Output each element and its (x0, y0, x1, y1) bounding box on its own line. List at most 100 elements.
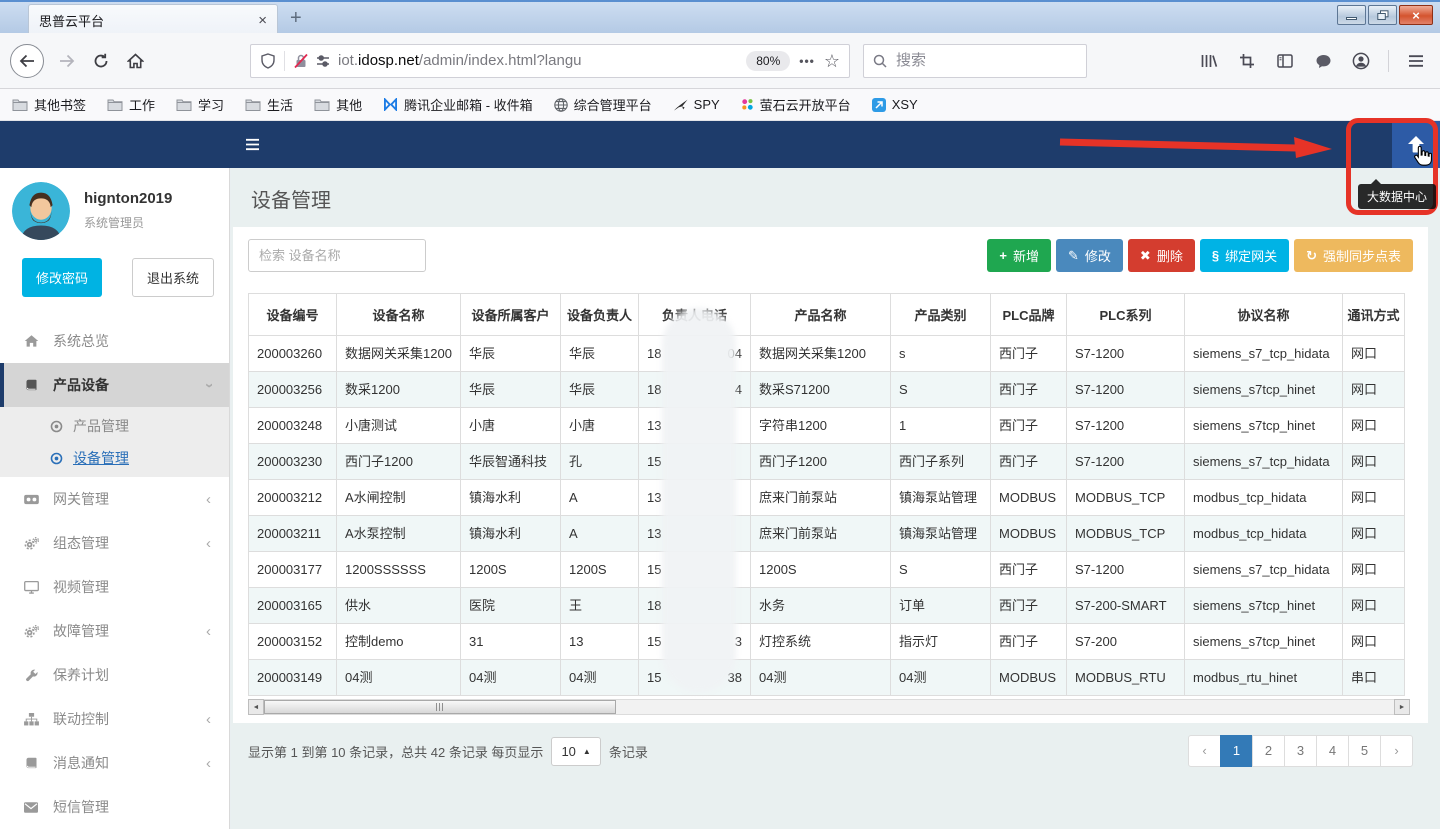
sidebar-item[interactable]: 联动控制‹ (0, 697, 229, 741)
scrollbar-thumb[interactable] (264, 700, 616, 714)
sidebar-subitem[interactable]: 产品管理 (0, 410, 229, 442)
tab-close-icon[interactable]: × (258, 13, 267, 28)
page-button[interactable]: 5 (1348, 735, 1381, 767)
column-header[interactable]: 设备所属客户 (461, 294, 561, 336)
minimize-button[interactable] (1337, 5, 1366, 25)
table-cell: 庶来门前泵站 (751, 480, 891, 516)
bookmark-item[interactable]: 其他 (314, 95, 362, 114)
column-header[interactable]: PLC品牌 (991, 294, 1067, 336)
column-header[interactable]: PLC系列 (1067, 294, 1185, 336)
sidebar-toggle-button[interactable] (1271, 47, 1299, 75)
refresh-icon: ↻ (1306, 248, 1317, 264)
column-header[interactable]: 产品类别 (891, 294, 991, 336)
sidebar-item[interactable]: 视频管理 (0, 565, 229, 609)
page-button[interactable]: 3 (1284, 735, 1317, 767)
force-sync-button[interactable]: ↻强制同步点表 (1294, 239, 1413, 272)
bookmark-item[interactable]: 萤石云开放平台 (741, 95, 851, 114)
scroll-left-button[interactable]: ◄ (248, 699, 264, 715)
account-button[interactable] (1347, 47, 1375, 75)
sidebar-subitem[interactable]: 设备管理 (0, 442, 229, 474)
table-cell: A水泵控制 (337, 516, 461, 552)
chevron-left-icon: ‹ (206, 711, 211, 728)
table-row[interactable]: 200003212A水闸控制镇海水利A13庶来门前泵站镇海泵站管理MODBUSM… (249, 480, 1405, 516)
shield-icon[interactable] (260, 53, 276, 69)
page-button[interactable]: 1 (1220, 735, 1253, 767)
page-size-dropdown[interactable]: 10 ▲ (551, 737, 600, 766)
bookmark-item[interactable]: 生活 (245, 95, 293, 114)
sidebar-item[interactable]: 故障管理‹ (0, 609, 229, 653)
column-header[interactable]: 设备名称 (337, 294, 461, 336)
table-row[interactable]: 200003165供水医院王18水务订单西门子S7-200-SMARTsieme… (249, 588, 1405, 624)
page-button[interactable]: 4 (1316, 735, 1349, 767)
bookmark-item[interactable]: 工作 (107, 95, 155, 114)
prev-page-button[interactable]: ‹ (1188, 735, 1221, 767)
avatar[interactable] (12, 182, 70, 240)
sidebar-item[interactable]: 保养计划 (0, 653, 229, 697)
bookmark-item[interactable]: SPY (673, 97, 720, 112)
horizontal-scrollbar[interactable]: ◄ ► (248, 699, 1410, 715)
url-text[interactable]: iot.idosp.net/admin/index.html?langu (338, 52, 746, 69)
next-page-button[interactable]: › (1380, 735, 1413, 767)
column-header[interactable]: 协议名称 (1185, 294, 1343, 336)
sidebar-collapse-button[interactable] (245, 138, 260, 156)
table-row[interactable]: 20000314904测04测04测153804测04测MODBUSMODBUS… (249, 660, 1405, 696)
sidebar-item[interactable]: 组态管理‹ (0, 521, 229, 565)
reload-button[interactable] (86, 46, 116, 76)
sidebar-item[interactable]: 网关管理‹ (0, 477, 229, 521)
bookmark-label: 腾讯企业邮箱 - 收件箱 (404, 95, 533, 114)
edit-button[interactable]: ✎修改 (1056, 239, 1123, 272)
bookmark-item[interactable]: 学习 (176, 95, 224, 114)
new-tab-button[interactable]: + (290, 7, 302, 30)
table-row[interactable]: 2000031771200SSSSSS1200S1200S151200SS西门子… (249, 552, 1405, 588)
column-header[interactable]: 产品名称 (751, 294, 891, 336)
logout-button[interactable]: 退出系统 (132, 258, 214, 297)
table-row[interactable]: 200003260数据网关采集1200华辰华辰1804数据网关采集1200s西门… (249, 336, 1405, 372)
sidebar-item[interactable]: 系统总览 (0, 319, 229, 363)
delete-button[interactable]: ✖删除 (1128, 239, 1195, 272)
url-bar[interactable]: iot.idosp.net/admin/index.html?langu 80%… (250, 44, 850, 78)
permissions-icon[interactable] (315, 53, 331, 69)
add-button[interactable]: +新增 (987, 239, 1051, 272)
sidebar-item[interactable]: 消息通知‹ (0, 741, 229, 785)
table-row[interactable]: 200003230西门子1200华辰智通科技孔15西门子1200西门子系列西门子… (249, 444, 1405, 480)
table-cell: MODBUS (991, 516, 1067, 552)
forward-button[interactable] (52, 46, 82, 76)
bookmark-item[interactable]: 其他书签 (12, 95, 86, 114)
table-row[interactable]: 200003256数采1200华辰华辰184数采S71200S西门子S7-120… (249, 372, 1405, 408)
column-header[interactable]: 设备负责人 (561, 294, 639, 336)
screenshot-button[interactable] (1233, 47, 1261, 75)
change-password-button[interactable]: 修改密码 (22, 258, 102, 297)
browser-search-box[interactable] (863, 44, 1087, 78)
sidebar-icon (1277, 53, 1293, 69)
sidebar-submenu: 产品管理设备管理 (0, 407, 229, 477)
table-cell: 镇海水利 (461, 480, 561, 516)
scrollbar-track[interactable] (264, 699, 1394, 715)
column-header[interactable]: 设备编号 (249, 294, 337, 336)
sidebar-item[interactable]: 短信管理 (0, 785, 229, 829)
close-button[interactable]: × (1399, 5, 1433, 25)
scroll-right-button[interactable]: ► (1394, 699, 1410, 715)
library-button[interactable] (1195, 47, 1223, 75)
insecure-lock-icon[interactable] (293, 53, 309, 69)
table-row[interactable]: 200003248小唐测试小唐小唐13字符串12001西门子S7-1200sie… (249, 408, 1405, 444)
browser-tab[interactable]: 思普云平台 × (28, 4, 278, 35)
browser-search-input[interactable] (894, 51, 1077, 70)
page-actions-icon[interactable]: ••• (799, 54, 815, 68)
column-header[interactable]: 通讯方式 (1343, 294, 1405, 336)
bind-gateway-button[interactable]: §绑定网关 (1200, 239, 1289, 272)
messages-button[interactable] (1309, 47, 1337, 75)
bookmark-item[interactable]: 综合管理平台 (554, 95, 652, 114)
bookmark-item[interactable]: 腾讯企业邮箱 - 收件箱 (383, 95, 533, 114)
home-button[interactable] (120, 46, 150, 76)
page-button[interactable]: 2 (1252, 735, 1285, 767)
menu-button[interactable] (1402, 47, 1430, 75)
back-button[interactable] (10, 44, 44, 78)
sidebar-item[interactable]: 产品设备‹ (0, 363, 229, 407)
bookmark-item[interactable]: XSY (872, 97, 918, 112)
restore-button[interactable] (1368, 5, 1397, 25)
zoom-level-badge[interactable]: 80% (746, 51, 790, 71)
table-row[interactable]: 200003211A水泵控制镇海水利A13庶来门前泵站镇海泵站管理MODBUSM… (249, 516, 1405, 552)
table-row[interactable]: 200003152控制demo3113153灯控系统指示灯西门子S7-200si… (249, 624, 1405, 660)
device-search-input[interactable] (248, 239, 426, 272)
bookmark-star-icon[interactable]: ☆ (824, 52, 840, 70)
